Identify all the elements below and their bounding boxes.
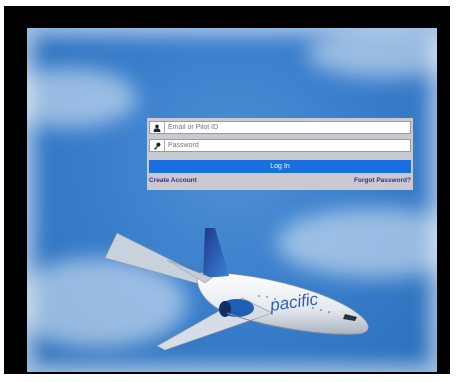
forgot-password-link[interactable]: Forgot Password? xyxy=(354,177,411,184)
email-field[interactable] xyxy=(149,121,411,134)
create-account-link[interactable]: Create Account xyxy=(149,177,197,184)
email-input[interactable] xyxy=(168,122,398,133)
user-icon xyxy=(150,122,165,133)
password-input[interactable] xyxy=(168,140,398,151)
background-scene: pacific Email or Pilot ID Log In Create … xyxy=(27,28,437,372)
outer-frame: pacific Email or Pilot ID Log In Create … xyxy=(4,6,450,374)
login-panel: Log In Create Account Forgot Password? xyxy=(147,118,413,190)
password-field[interactable] xyxy=(149,139,411,152)
login-button[interactable]: Log In xyxy=(149,160,411,173)
airplane-image: pacific xyxy=(104,228,369,351)
key-icon xyxy=(150,140,165,151)
